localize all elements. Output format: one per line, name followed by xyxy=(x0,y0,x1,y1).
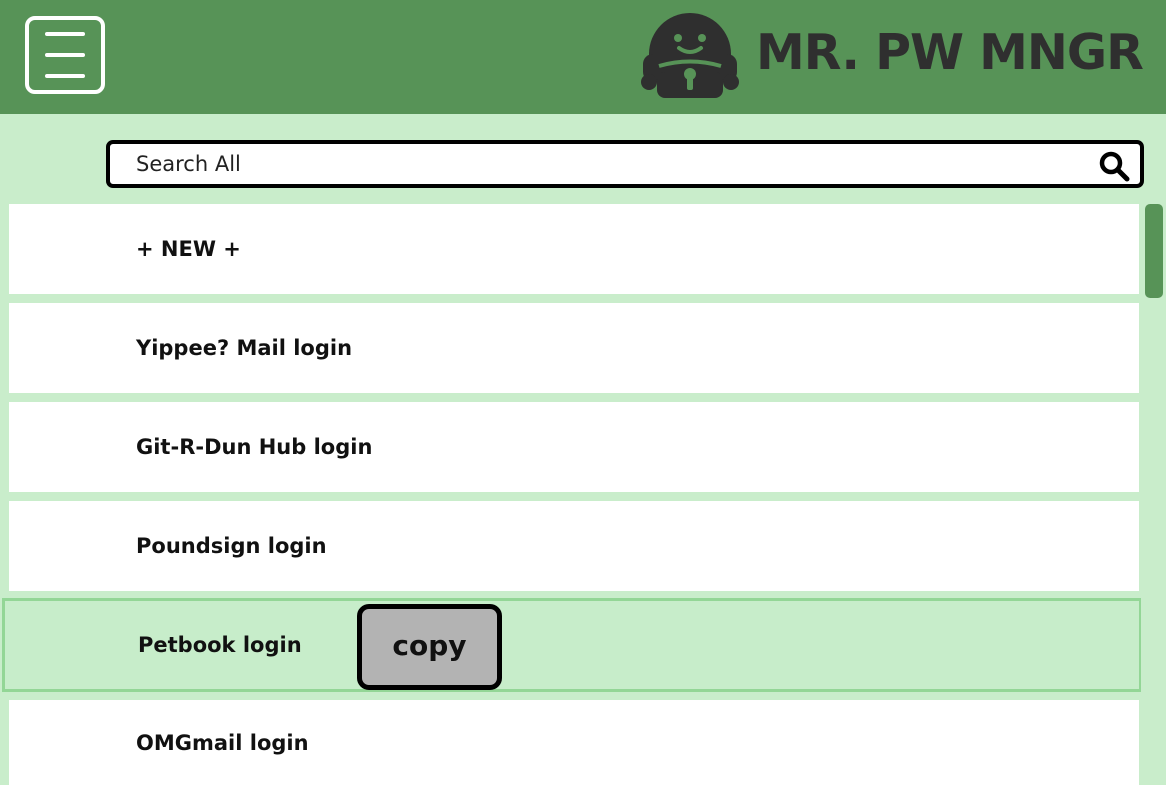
menu-bar xyxy=(45,53,85,57)
list-item-label: Petbook login xyxy=(138,633,302,657)
list-item[interactable]: Yippee? Mail login xyxy=(9,303,1139,393)
menu-bar xyxy=(45,74,85,78)
list-item[interactable]: OMGmail login xyxy=(9,700,1139,785)
search-icon[interactable] xyxy=(1098,150,1130,182)
search-input[interactable] xyxy=(136,150,1076,178)
new-item-label: + NEW + xyxy=(136,237,241,261)
list-item[interactable]: Git-R-Dun Hub login xyxy=(9,402,1139,492)
list-item-label: Yippee? Mail login xyxy=(136,336,353,360)
list-item-label: Poundsign login xyxy=(136,534,327,558)
copy-button[interactable]: copy xyxy=(357,604,502,690)
menu-bar xyxy=(45,32,85,36)
menu-button[interactable] xyxy=(25,16,105,94)
scrollbar-track[interactable] xyxy=(1141,204,1166,785)
list-item[interactable]: Poundsign login xyxy=(9,501,1139,591)
list-item-selected[interactable]: Petbook login xyxy=(2,598,1142,692)
new-item-row[interactable]: + NEW + xyxy=(9,204,1139,294)
lock-robot-icon xyxy=(641,13,739,98)
app-title: MR. PW MNGR xyxy=(756,24,1144,81)
list-item-label: Git-R-Dun Hub login xyxy=(136,435,373,459)
search-bar xyxy=(106,140,1144,188)
list-item-label: OMGmail login xyxy=(136,730,309,755)
app-header: MR. PW MNGR xyxy=(0,0,1166,114)
scrollbar-thumb[interactable] xyxy=(1145,204,1163,298)
